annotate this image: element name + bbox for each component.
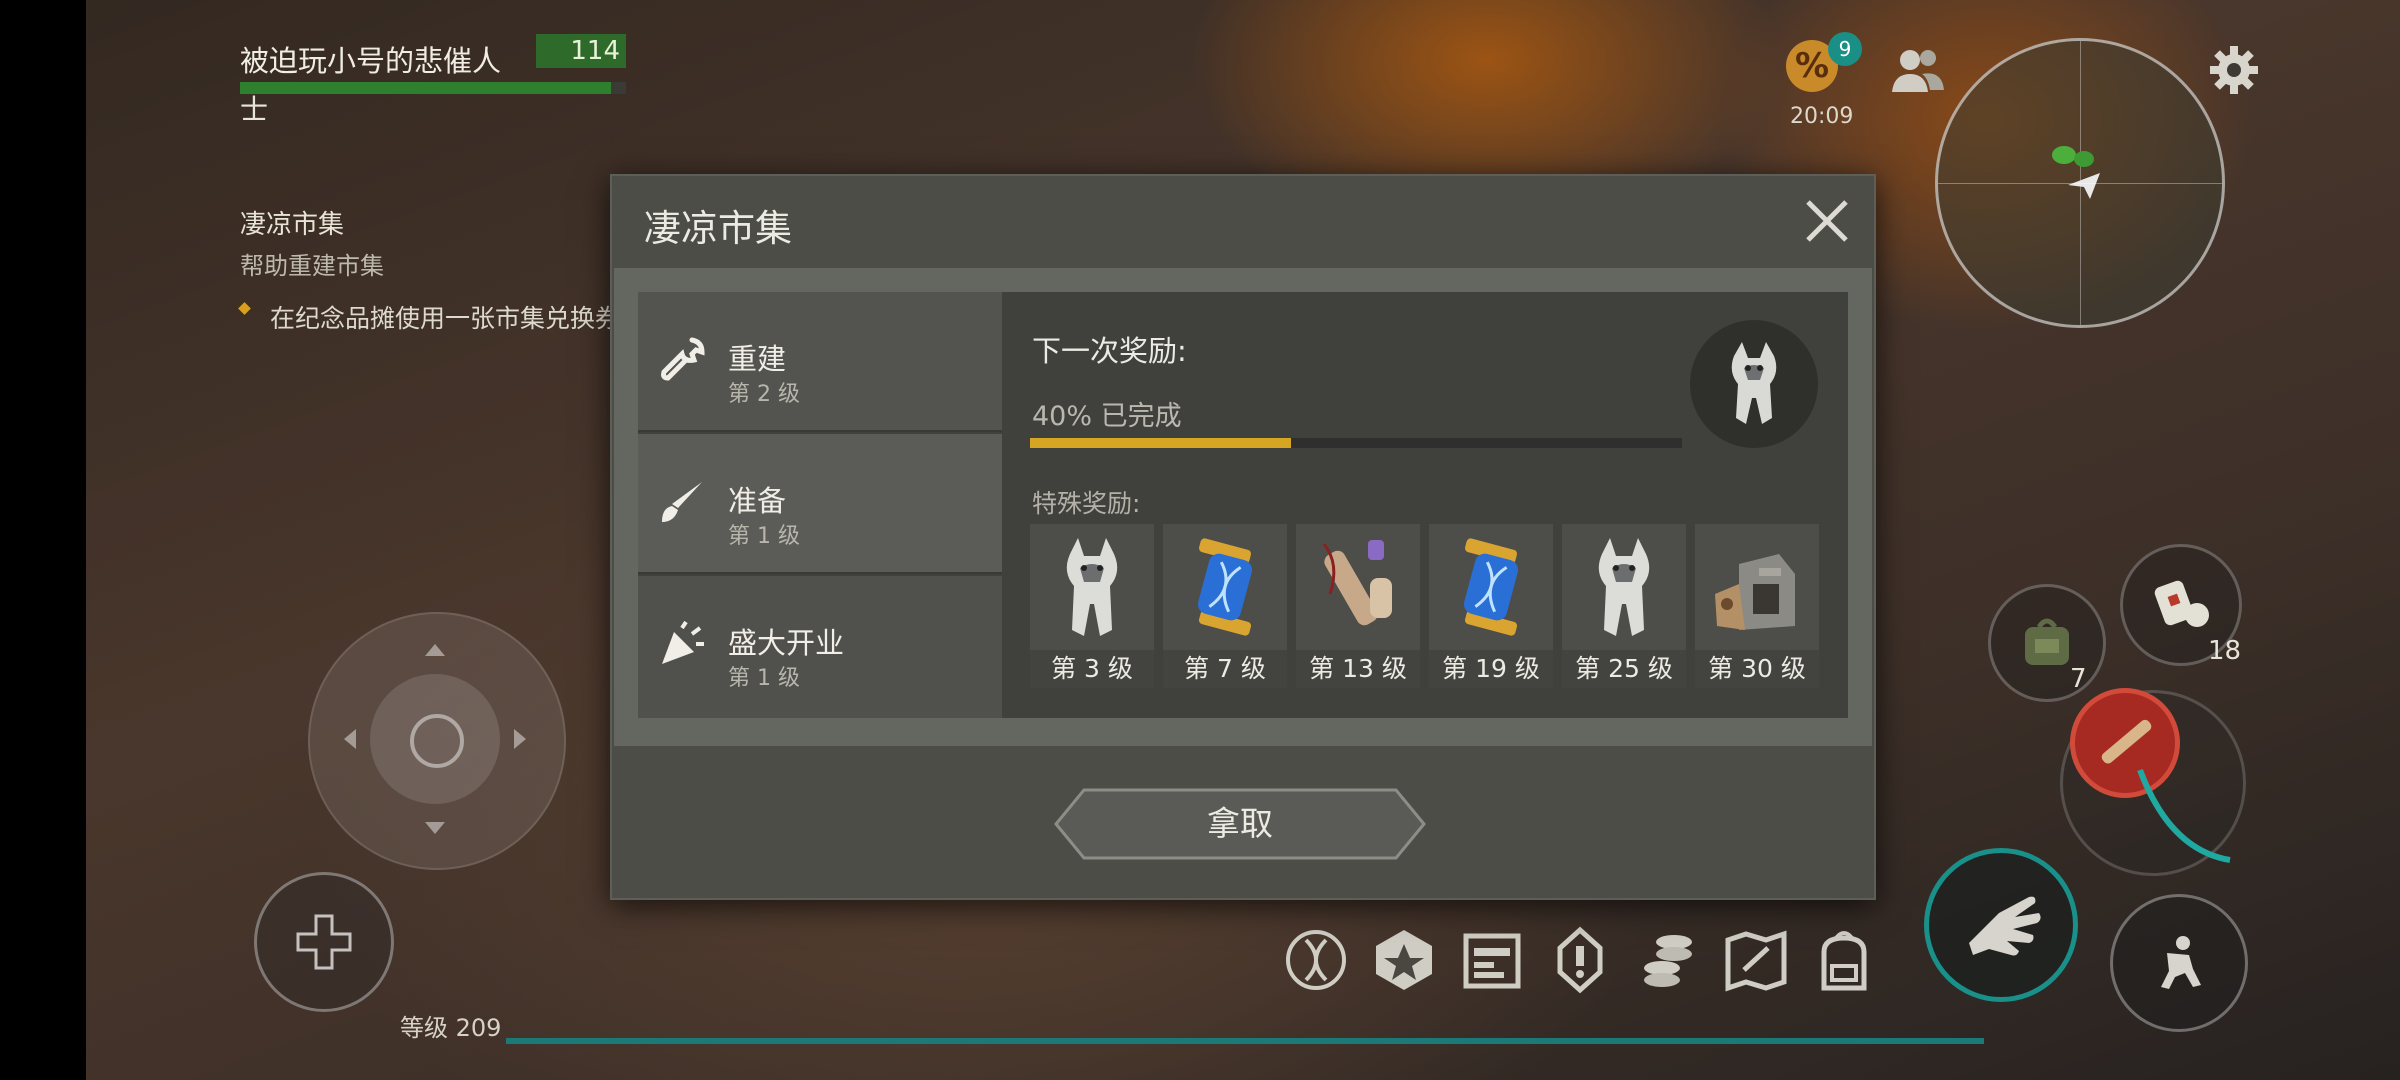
crouch-button[interactable] — [2110, 894, 2248, 1032]
brush-icon — [662, 482, 702, 522]
quest-subtitle: 帮助重建市集 — [240, 252, 384, 280]
backpack-inventory-icon[interactable] — [1810, 926, 1878, 994]
map-icon[interactable] — [1722, 926, 1790, 994]
friends-icon[interactable] — [1888, 42, 1948, 98]
scroll-icon — [1322, 540, 1392, 626]
progress-bar — [1030, 438, 1682, 448]
reward-card[interactable]: 第 7 级 — [1163, 524, 1287, 688]
reward-card[interactable]: 第 19 级 — [1429, 524, 1553, 688]
dna-icon[interactable] — [1282, 926, 1350, 994]
party-popper-icon — [662, 620, 704, 664]
husky-icon — [1731, 342, 1777, 424]
tab-grand-opening[interactable]: 盛大开业 第 1 级 — [638, 576, 1002, 718]
minimap[interactable] — [1935, 38, 2225, 328]
player-health-bar — [240, 82, 626, 94]
next-reward-preview[interactable] — [1690, 320, 1818, 448]
player-name-continued: 士 — [240, 93, 269, 126]
reward-level: 第 13 级 — [1296, 650, 1420, 688]
close-icon[interactable] — [1800, 194, 1854, 248]
plus-icon — [296, 914, 352, 970]
tab-rebuild[interactable]: 重建 第 2 级 — [638, 292, 1002, 432]
reward-image — [1296, 524, 1420, 650]
reward-level: 第 3 级 — [1030, 650, 1154, 688]
stone-furnace-icon — [1715, 554, 1795, 630]
special-rewards-label: 特殊奖励: — [1032, 489, 1141, 518]
stage-tabs: 重建 第 2 级 准备 第 1 级 盛大开业 第 1 级 — [638, 292, 1002, 718]
player-score-badge: 114 — [536, 34, 626, 68]
reward-card[interactable]: 第 30 级 — [1695, 524, 1819, 688]
hand-icon — [1969, 896, 2041, 956]
husky-icon — [1066, 538, 1118, 636]
crouch-icon — [2161, 936, 2201, 989]
tab-grand-opening-label: 盛大开业 — [728, 626, 845, 660]
gear-icon[interactable] — [2208, 44, 2260, 96]
tab-prepare[interactable]: 准备 第 1 级 — [638, 434, 1002, 574]
weapon-durability-arc — [2137, 768, 2231, 863]
reward-level: 第 30 级 — [1695, 650, 1819, 688]
reward-level: 第 7 级 — [1163, 650, 1287, 688]
add-button[interactable] — [254, 872, 394, 1012]
reward-card[interactable]: 第 13 级 — [1296, 524, 1420, 688]
quick-slot-bag[interactable] — [1988, 584, 2106, 702]
notification-badge: 9 — [1828, 32, 1862, 66]
tab-grand-opening-level: 第 1 级 — [728, 666, 800, 691]
dna-capsule-icon — [1197, 538, 1253, 636]
player-name: 被迫玩小号的悲催人 — [240, 44, 502, 78]
backpack-icon — [2025, 618, 2069, 665]
experience-bar — [506, 1038, 1984, 1044]
reward-level: 第 25 级 — [1562, 650, 1686, 688]
tab-prepare-level: 第 1 级 — [728, 524, 800, 549]
progress-text: 40% 已完成 — [1032, 401, 1182, 432]
clan-emblem-icon[interactable] — [1370, 926, 1438, 994]
reward-level: 第 19 级 — [1429, 650, 1553, 688]
quest-title[interactable]: 凄凉市集 — [240, 204, 344, 241]
husky-icon — [1598, 538, 1650, 636]
game-clock: 20:09 — [1790, 104, 1854, 129]
bandage-icon — [2154, 580, 2209, 627]
quick-slot-bag-count: 7 — [2070, 664, 2087, 694]
tab-rebuild-label: 重建 — [728, 342, 787, 376]
reward-image — [1562, 524, 1686, 650]
joystick-arrows-icon — [344, 644, 526, 834]
reward-image — [1429, 524, 1553, 650]
player-health-fill — [240, 82, 611, 94]
claim-button[interactable]: 拿取 — [1054, 788, 1426, 860]
interact-hand-button[interactable] — [1924, 848, 2078, 1002]
quick-slot-medkit-count: 18 — [2208, 636, 2242, 666]
progress-bar-fill — [1030, 438, 1291, 448]
coins-icon[interactable] — [1634, 926, 1702, 994]
minimap-marker-icon — [2052, 146, 2094, 167]
tab-prepare-label: 准备 — [728, 484, 787, 518]
next-reward-label: 下一次奖励: — [1032, 334, 1187, 368]
player-level-label: 等级 209 — [400, 1014, 502, 1042]
dna-capsule-icon — [1463, 538, 1519, 636]
reward-card[interactable]: 第 3 级 — [1030, 524, 1154, 688]
reward-image — [1030, 524, 1154, 650]
wrench-icon — [661, 337, 705, 381]
reward-image — [1163, 524, 1287, 650]
events-icon[interactable] — [1546, 926, 1614, 994]
crafting-board-icon[interactable] — [1458, 926, 1526, 994]
dialog-title: 凄凉市集 — [644, 207, 792, 250]
tab-rebuild-level: 第 2 级 — [728, 382, 800, 407]
reward-card[interactable]: 第 25 级 — [1562, 524, 1686, 688]
quest-task: 在纪念品摊使用一张市集兑换券 — [270, 304, 621, 333]
minimap-player-arrow-icon — [2068, 173, 2100, 199]
claim-button-label: 拿取 — [1207, 804, 1273, 843]
reward-image — [1695, 524, 1819, 650]
